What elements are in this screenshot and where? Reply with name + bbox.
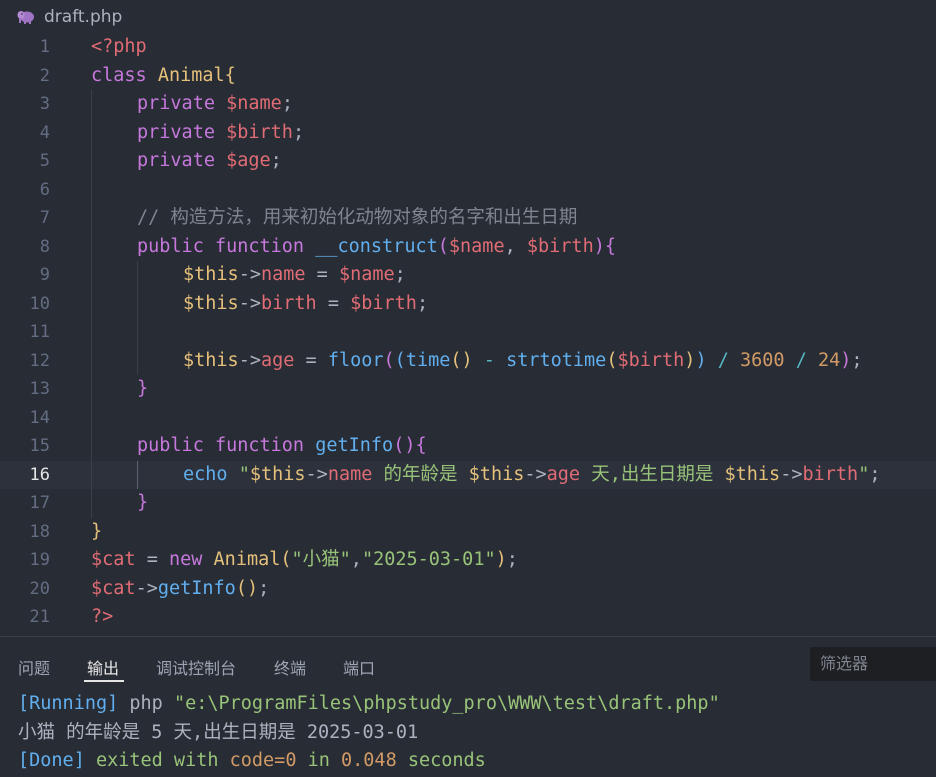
tab-output[interactable]: 输出 bbox=[87, 655, 119, 679]
tab-problems[interactable]: 问题 bbox=[18, 655, 50, 679]
code-line: 19 $cat = new Animal("小猫","2025-03-01"); bbox=[0, 546, 936, 575]
code-line: 13 } bbox=[0, 375, 936, 404]
line-number: 8 bbox=[39, 236, 50, 257]
line-number: 15 bbox=[29, 436, 50, 456]
line-number: 18 bbox=[29, 521, 50, 542]
line-number: 11 bbox=[29, 322, 50, 342]
panel-tab-bar: 问题 输出 调试控制台 终端 端口 bbox=[0, 636, 936, 689]
code-line: 8 public function __construct($name, $bi… bbox=[0, 232, 936, 261]
php-elephant-icon bbox=[17, 11, 34, 24]
output-line-running: [Running] php "e:\ProgramFiles\phpstudy_… bbox=[18, 693, 720, 714]
code-line: 12 $this->age = floor((time() - strtotim… bbox=[0, 346, 936, 375]
line-number: 13 bbox=[29, 379, 50, 399]
tab-title: draft.php bbox=[44, 7, 123, 27]
code-line: 5 private $age; bbox=[0, 147, 936, 176]
line-number: 14 bbox=[29, 407, 50, 428]
code-line: 15 public function getInfo(){ bbox=[0, 432, 936, 461]
class-name: Animal bbox=[157, 64, 225, 86]
line-number: 4 bbox=[39, 122, 50, 143]
line-number: 1 bbox=[39, 37, 50, 57]
code-line: 18 } bbox=[0, 518, 936, 547]
line-number: 2 bbox=[39, 65, 50, 86]
line-number: 20 bbox=[29, 578, 50, 599]
line-number: 5 bbox=[39, 151, 50, 171]
line-number: 12 bbox=[29, 350, 50, 371]
filter-input[interactable]: 筛选器 bbox=[810, 647, 936, 681]
line-number: 10 bbox=[29, 293, 50, 314]
code-line: 2 class Animal{ bbox=[0, 62, 936, 91]
line-number: 7 bbox=[39, 208, 50, 228]
code-line: 6 bbox=[0, 175, 936, 204]
output-line-done: [Done] exited with code=0 in 0.048 secon… bbox=[18, 750, 486, 771]
editor-tab-bar: draft.php bbox=[0, 0, 936, 34]
code-line: 10 $this->birth = $birth; bbox=[0, 289, 936, 318]
active-tab-indicator bbox=[84, 680, 124, 682]
line-number: 19 bbox=[29, 550, 50, 570]
property-age: $age bbox=[226, 150, 271, 171]
code-line: 1 <?php bbox=[0, 33, 936, 62]
keyword-class: class bbox=[91, 64, 147, 86]
line-number: 6 bbox=[39, 179, 50, 200]
output-line-result: 小猫 的年龄是 5 天,出生日期是 2025-03-01 bbox=[18, 721, 419, 743]
php-close-tag: ?> bbox=[91, 606, 114, 627]
property-name: $name bbox=[226, 93, 282, 114]
code-editor[interactable]: 1 <?php 2 class Animal{ 3 private $name;… bbox=[0, 33, 936, 636]
code-line: 9 $this->name = $name; bbox=[0, 261, 936, 290]
code-line: 17 } bbox=[0, 489, 936, 518]
property-birth: $birth bbox=[226, 121, 293, 143]
code-line: 14 bbox=[0, 403, 936, 432]
line-number: 21 bbox=[29, 607, 50, 627]
method-name: getInfo bbox=[315, 435, 394, 456]
code-line: 7 // 构造方法，用来初始化动物对象的名字和出生日期 bbox=[0, 204, 936, 233]
line-number: 9 bbox=[39, 265, 50, 285]
tab-draft-php[interactable]: draft.php bbox=[0, 0, 122, 34]
tab-debug-console[interactable]: 调试控制台 bbox=[156, 655, 236, 679]
line-number: 17 bbox=[29, 493, 50, 513]
tab-terminal[interactable]: 终端 bbox=[274, 655, 306, 679]
code-comment: // 构造方法，用来初始化动物对象的名字和出生日期 bbox=[137, 207, 578, 228]
php-open-tag: <?php bbox=[91, 36, 147, 57]
line-number: 3 bbox=[39, 94, 50, 114]
tab-ports[interactable]: 端口 bbox=[343, 655, 375, 679]
line-number: 16 bbox=[29, 464, 50, 485]
output-panel[interactable]: [Running] php "e:\ProgramFiles\phpstudy_… bbox=[18, 690, 928, 776]
code-line: 11 bbox=[0, 318, 936, 347]
code-line: 20 $cat->getInfo(); bbox=[0, 575, 936, 604]
constructor-name: __construct bbox=[315, 235, 438, 257]
code-line: 21 ?> bbox=[0, 603, 936, 632]
code-line: 4 private $birth; bbox=[0, 118, 936, 147]
code-line-current: 16 echo "$this->name 的年龄是 $this->age 天,出… bbox=[0, 460, 936, 489]
code-line: 3 private $name; bbox=[0, 90, 936, 119]
